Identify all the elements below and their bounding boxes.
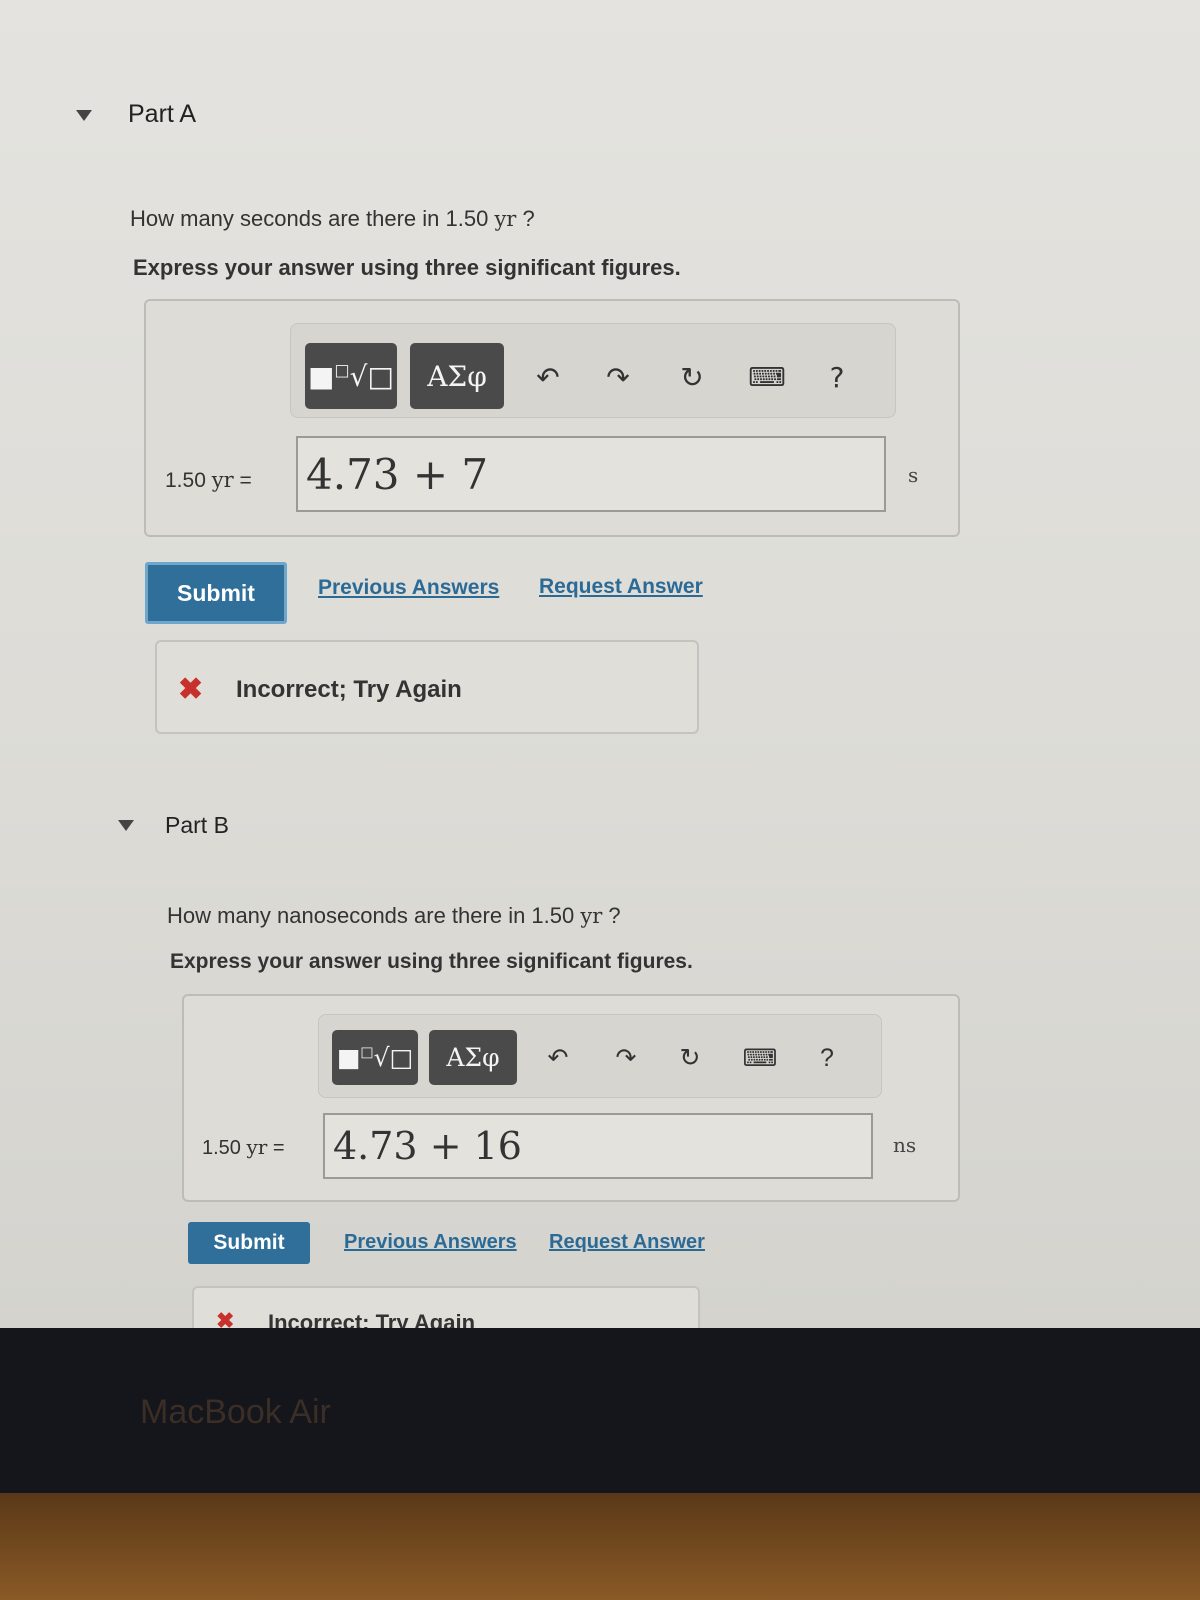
part-b-input-label: 1.50 yr =	[202, 1135, 285, 1160]
greek-symbols-button[interactable]: ΑΣφ	[410, 343, 504, 409]
part-a-submit-button[interactable]: Submit	[145, 562, 287, 624]
desk-surface	[0, 1493, 1200, 1600]
part-b-answer-input[interactable]: 4.73 + 16	[323, 1113, 873, 1179]
label-equals: =	[239, 469, 252, 492]
part-b-request-answer-link[interactable]: Request Answer	[549, 1231, 705, 1254]
question-text: How many seconds are there in 1.50	[130, 206, 489, 231]
device-label: MacBook Air	[140, 1393, 331, 1431]
template-button[interactable]: ■□√□	[332, 1030, 418, 1085]
label-value: 1.50	[202, 1137, 241, 1159]
part-a-question: How many seconds are there in 1.50 yr ?	[130, 206, 535, 232]
part-a-title[interactable]: Part A	[128, 100, 196, 129]
part-a-instruction: Express your answer using three signific…	[133, 255, 681, 280]
question-mark: ?	[522, 206, 535, 231]
screen: Part A How many seconds are there in 1.5…	[0, 0, 1200, 1370]
part-a-unit: s	[908, 463, 919, 487]
part-b-previous-answers-link[interactable]: Previous Answers	[344, 1231, 517, 1254]
part-a-answer-input[interactable]: 4.73 + 7	[296, 436, 886, 512]
question-text: How many nanoseconds are there in 1.50	[167, 903, 575, 928]
keyboard-icon[interactable]: ⌨	[745, 355, 789, 399]
fraction-root-template-icon: ■□√□	[308, 359, 394, 393]
help-icon[interactable]: ?	[810, 1038, 844, 1078]
part-a-request-answer-link[interactable]: Request Answer	[539, 575, 703, 599]
template-button[interactable]: ■□√□	[305, 343, 397, 409]
label-value: 1.50	[165, 469, 206, 492]
question-mark: ?	[608, 903, 621, 928]
reset-icon[interactable]: ↻	[672, 355, 712, 399]
label-unit: yr	[246, 1135, 268, 1159]
part-a-feedback-text: Incorrect; Try Again	[236, 676, 462, 703]
collapse-part-b-caret-icon[interactable]	[118, 820, 134, 831]
redo-icon[interactable]: ↷	[608, 1038, 644, 1078]
part-b-question: How many nanoseconds are there in 1.50 y…	[167, 903, 621, 929]
part-a-input-label: 1.50 yr =	[165, 468, 252, 493]
part-b-submit-button[interactable]: Submit	[188, 1222, 310, 1264]
keyboard-icon[interactable]: ⌨	[740, 1038, 780, 1078]
redo-icon[interactable]: ↷	[598, 355, 638, 399]
part-b-unit: ns	[893, 1133, 917, 1157]
part-b-title[interactable]: Part B	[165, 812, 229, 839]
reset-icon[interactable]: ↻	[672, 1038, 708, 1078]
error-x-icon: ✖	[178, 673, 204, 706]
part-a-previous-answers-link[interactable]: Previous Answers	[318, 576, 499, 600]
label-unit: yr	[211, 468, 234, 492]
question-unit: yr	[580, 904, 603, 928]
undo-icon[interactable]: ↶	[540, 1038, 576, 1078]
undo-icon[interactable]: ↶	[528, 355, 568, 399]
question-unit: yr	[494, 207, 517, 231]
label-equals: =	[272, 1137, 285, 1159]
help-icon[interactable]: ?	[820, 355, 854, 399]
fraction-root-template-icon: ■□√□	[336, 1043, 414, 1072]
greek-symbols-button[interactable]: ΑΣφ	[429, 1030, 517, 1085]
collapse-part-a-caret-icon[interactable]	[76, 110, 92, 121]
part-b-instruction: Express your answer using three signific…	[170, 950, 693, 973]
